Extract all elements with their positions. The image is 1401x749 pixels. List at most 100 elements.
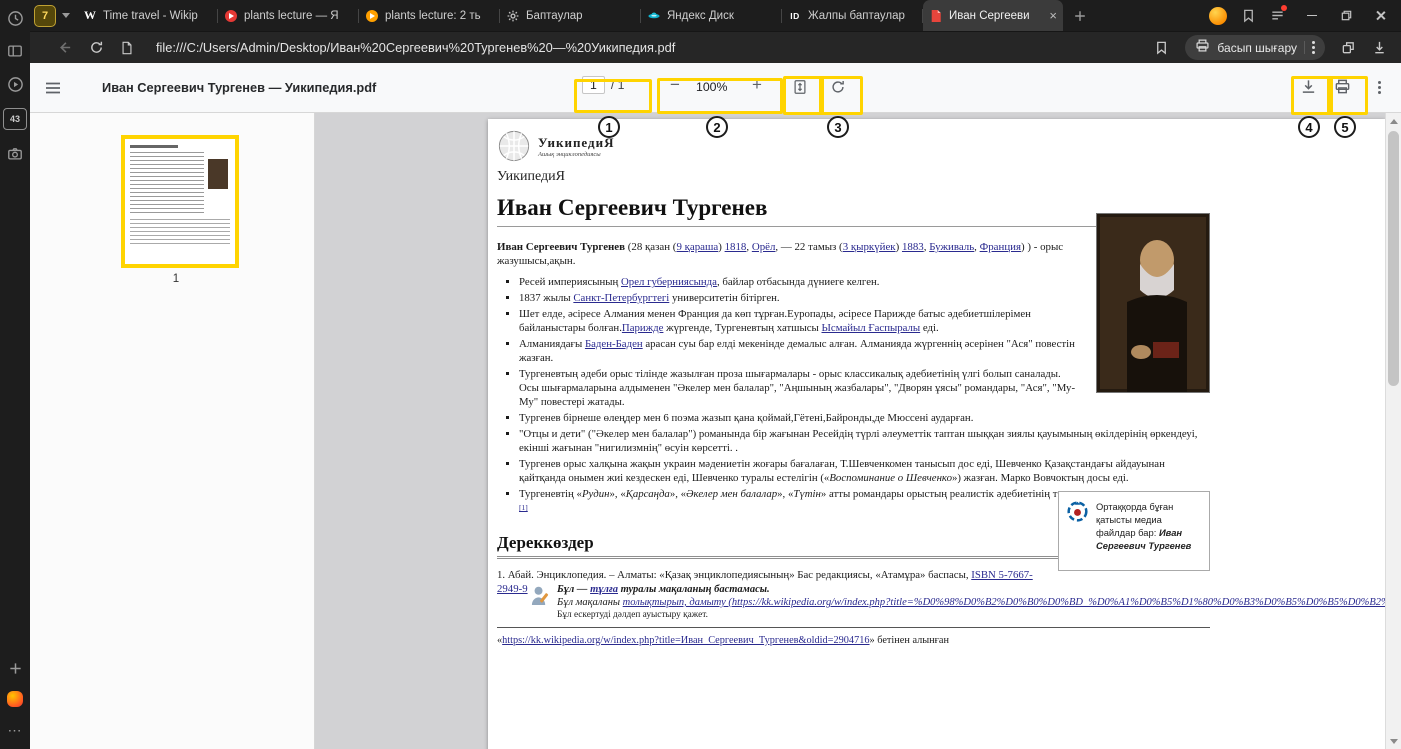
- wiki-link[interactable]: 1883: [902, 241, 924, 253]
- scroll-down-button[interactable]: [1386, 733, 1401, 749]
- wiki-header-text: УикипедиЯ: [497, 169, 1210, 185]
- history-icon[interactable]: [6, 9, 24, 27]
- page-footer: «https://kk.wikipedia.org/w/index.php?ti…: [497, 627, 1210, 646]
- commons-icon: [1066, 500, 1089, 562]
- download-page-icon[interactable]: [1372, 40, 1387, 55]
- wiki-link[interactable]: тұлға: [590, 584, 618, 595]
- commons-text: Ортаққорда бұған қатысты медиа файлдар б…: [1096, 500, 1202, 562]
- add-panel-button[interactable]: [6, 659, 24, 677]
- pdf-toolbar: Иван Сергеевич Тургенев — Уикипедия.pdf …: [30, 63, 1401, 113]
- tab-wikipedia[interactable]: W Time travel - Wikip: [77, 0, 217, 31]
- tab-counter[interactable]: 7: [34, 5, 56, 27]
- zoom-out-button[interactable]: −: [670, 75, 680, 95]
- video-player-icon[interactable]: [6, 75, 24, 93]
- tab-label: plants lecture: 2 ть: [385, 10, 493, 22]
- wiki-link[interactable]: 3 қыркүйек: [843, 241, 896, 253]
- wiki-link[interactable]: Санкт-Петербургтегі: [573, 292, 669, 304]
- sidebar-panels-icon[interactable]: [6, 42, 24, 60]
- tab-youtube[interactable]: plants lecture: 2 ть: [359, 0, 499, 31]
- page-number-widget: 1 / 1: [582, 76, 625, 94]
- address-bar: file:///C:/Users/Admin/Desktop/Иван%20Се…: [30, 31, 1401, 63]
- minimize-button[interactable]: [1295, 0, 1329, 31]
- close-window-button[interactable]: [1363, 0, 1397, 31]
- fit-page-button[interactable]: [792, 79, 808, 100]
- tab-list-chevron-icon[interactable]: [59, 9, 73, 23]
- restore-button[interactable]: [1329, 0, 1363, 31]
- text-run: 1. Абай. Энциклопедия. – Алматы: «Қазақ …: [497, 569, 971, 581]
- collections-icon[interactable]: [1241, 8, 1256, 23]
- back-icon[interactable]: [56, 39, 73, 56]
- zoom-in-button[interactable]: +: [752, 75, 762, 95]
- yandex-music-icon: [224, 9, 238, 23]
- thumbnail-preview: [125, 139, 235, 264]
- rotate-button[interactable]: [830, 79, 846, 100]
- stub-notice: Бұл — тұлға туралы мақаланың бастамасы. …: [530, 583, 1385, 629]
- stub-person-icon: [530, 585, 549, 611]
- text-run: Түтін: [793, 488, 821, 500]
- text-run: Тургеневтың әдеби орыс тілінде жазылған …: [519, 368, 1075, 408]
- wiki-link[interactable]: Орёл: [752, 241, 776, 253]
- page-thumbnail[interactable]: [121, 135, 239, 268]
- new-tab-button[interactable]: [1069, 5, 1091, 27]
- notifications-icon[interactable]: [1270, 8, 1285, 23]
- tab-yandex-id[interactable]: ID Жалпы баптаулар: [782, 0, 922, 31]
- tab-label: Time travel - Wikip: [103, 10, 211, 22]
- wiki-link[interactable]: Парижде: [622, 322, 664, 334]
- url-text[interactable]: file:///C:/Users/Admin/Desktop/Иван%20Се…: [156, 40, 675, 55]
- printer-icon: [1195, 38, 1210, 58]
- print-button[interactable]: [1334, 78, 1351, 100]
- thumbnail-page-label: 1: [121, 273, 231, 285]
- screenshot-icon[interactable]: [6, 145, 24, 163]
- youtube-icon: [365, 9, 379, 23]
- wiki-link[interactable]: Буживаль: [929, 241, 974, 253]
- tab-yandex-music[interactable]: plants lecture — Я: [218, 0, 358, 31]
- stub-line-2: Бұл мақаланы толықтырып, дамыту (https:/…: [557, 596, 1385, 609]
- wiki-link[interactable]: 1818: [725, 241, 747, 253]
- pdf-page: УикипедиЯ Ашық энциклопедиясы УикипедиЯ …: [488, 119, 1385, 749]
- scroll-up-button[interactable]: [1386, 113, 1401, 129]
- commons-box: Ортаққорда бұған қатысты медиа файлдар б…: [1058, 491, 1210, 571]
- tab-label: plants lecture — Я: [244, 10, 352, 22]
- portrait-image: [1096, 213, 1210, 393]
- wiki-link[interactable]: Баден-Баден: [585, 338, 643, 350]
- print-menu-dots-icon[interactable]: [1312, 46, 1315, 49]
- wiki-link[interactable]: 9 қараша: [676, 241, 718, 253]
- page-number-input[interactable]: 1: [582, 76, 605, 94]
- text-run: , — 22 тамыз (: [775, 241, 842, 253]
- divider: [1304, 41, 1305, 54]
- text-run: жүргенде, Тургеневтың хатшысы: [663, 322, 821, 334]
- tab-pdf-active[interactable]: Иван Сергееви ×: [923, 0, 1063, 31]
- wiki-link[interactable]: Ысмайыл Ғаспыралы: [822, 322, 921, 334]
- menu-hamburger-icon[interactable]: [44, 79, 62, 102]
- wiki-link[interactable]: толықтырып, дамыту (https://kk.wikipedia…: [623, 597, 1385, 608]
- text-run: Бұл мақаланы: [557, 597, 623, 608]
- page-file-icon[interactable]: [120, 41, 134, 55]
- wiki-link[interactable]: Франция: [980, 241, 1021, 253]
- text-run: Ресей империясының: [519, 276, 621, 288]
- wiki-link[interactable]: Орел губерниясында: [621, 276, 717, 288]
- yandex-messenger-icon[interactable]: [6, 690, 24, 708]
- vertical-scrollbar[interactable]: [1385, 113, 1401, 749]
- more-options-icon[interactable]: [1378, 86, 1381, 89]
- tab-yandex-disk[interactable]: Яндекс Диск: [641, 0, 781, 31]
- text-run: Қарсаңда: [626, 488, 670, 500]
- more-panels-icon[interactable]: ⋯: [6, 721, 24, 739]
- scroll-thumb[interactable]: [1388, 131, 1399, 386]
- refresh-icon[interactable]: [89, 40, 104, 55]
- tab-settings[interactable]: Баптаулар: [500, 0, 640, 31]
- profile-avatar[interactable]: [1209, 7, 1227, 25]
- tab-label: Жалпы баптаулар: [808, 10, 916, 22]
- extension-badge[interactable]: 43: [3, 108, 27, 130]
- text-run: Әкелер мен балалар: [686, 488, 777, 500]
- pdf-icon: [929, 9, 943, 23]
- download-button[interactable]: [1300, 78, 1317, 100]
- print-page-button[interactable]: басып шығару: [1185, 35, 1325, 60]
- left-sidebar: 43 ⋯: [0, 0, 30, 749]
- text-run: », «: [610, 488, 626, 500]
- open-in-app-icon[interactable]: [1341, 40, 1356, 55]
- bookmark-icon[interactable]: [1154, 40, 1169, 55]
- wiki-link[interactable]: https://kk.wikipedia.org/w/index.php?tit…: [502, 635, 869, 646]
- wiki-link[interactable]: [1]: [519, 503, 528, 512]
- tab-close-icon[interactable]: ×: [1049, 9, 1057, 22]
- document-title: Иван Сергеевич Тургенев — Уикипедия.pdf: [102, 80, 376, 95]
